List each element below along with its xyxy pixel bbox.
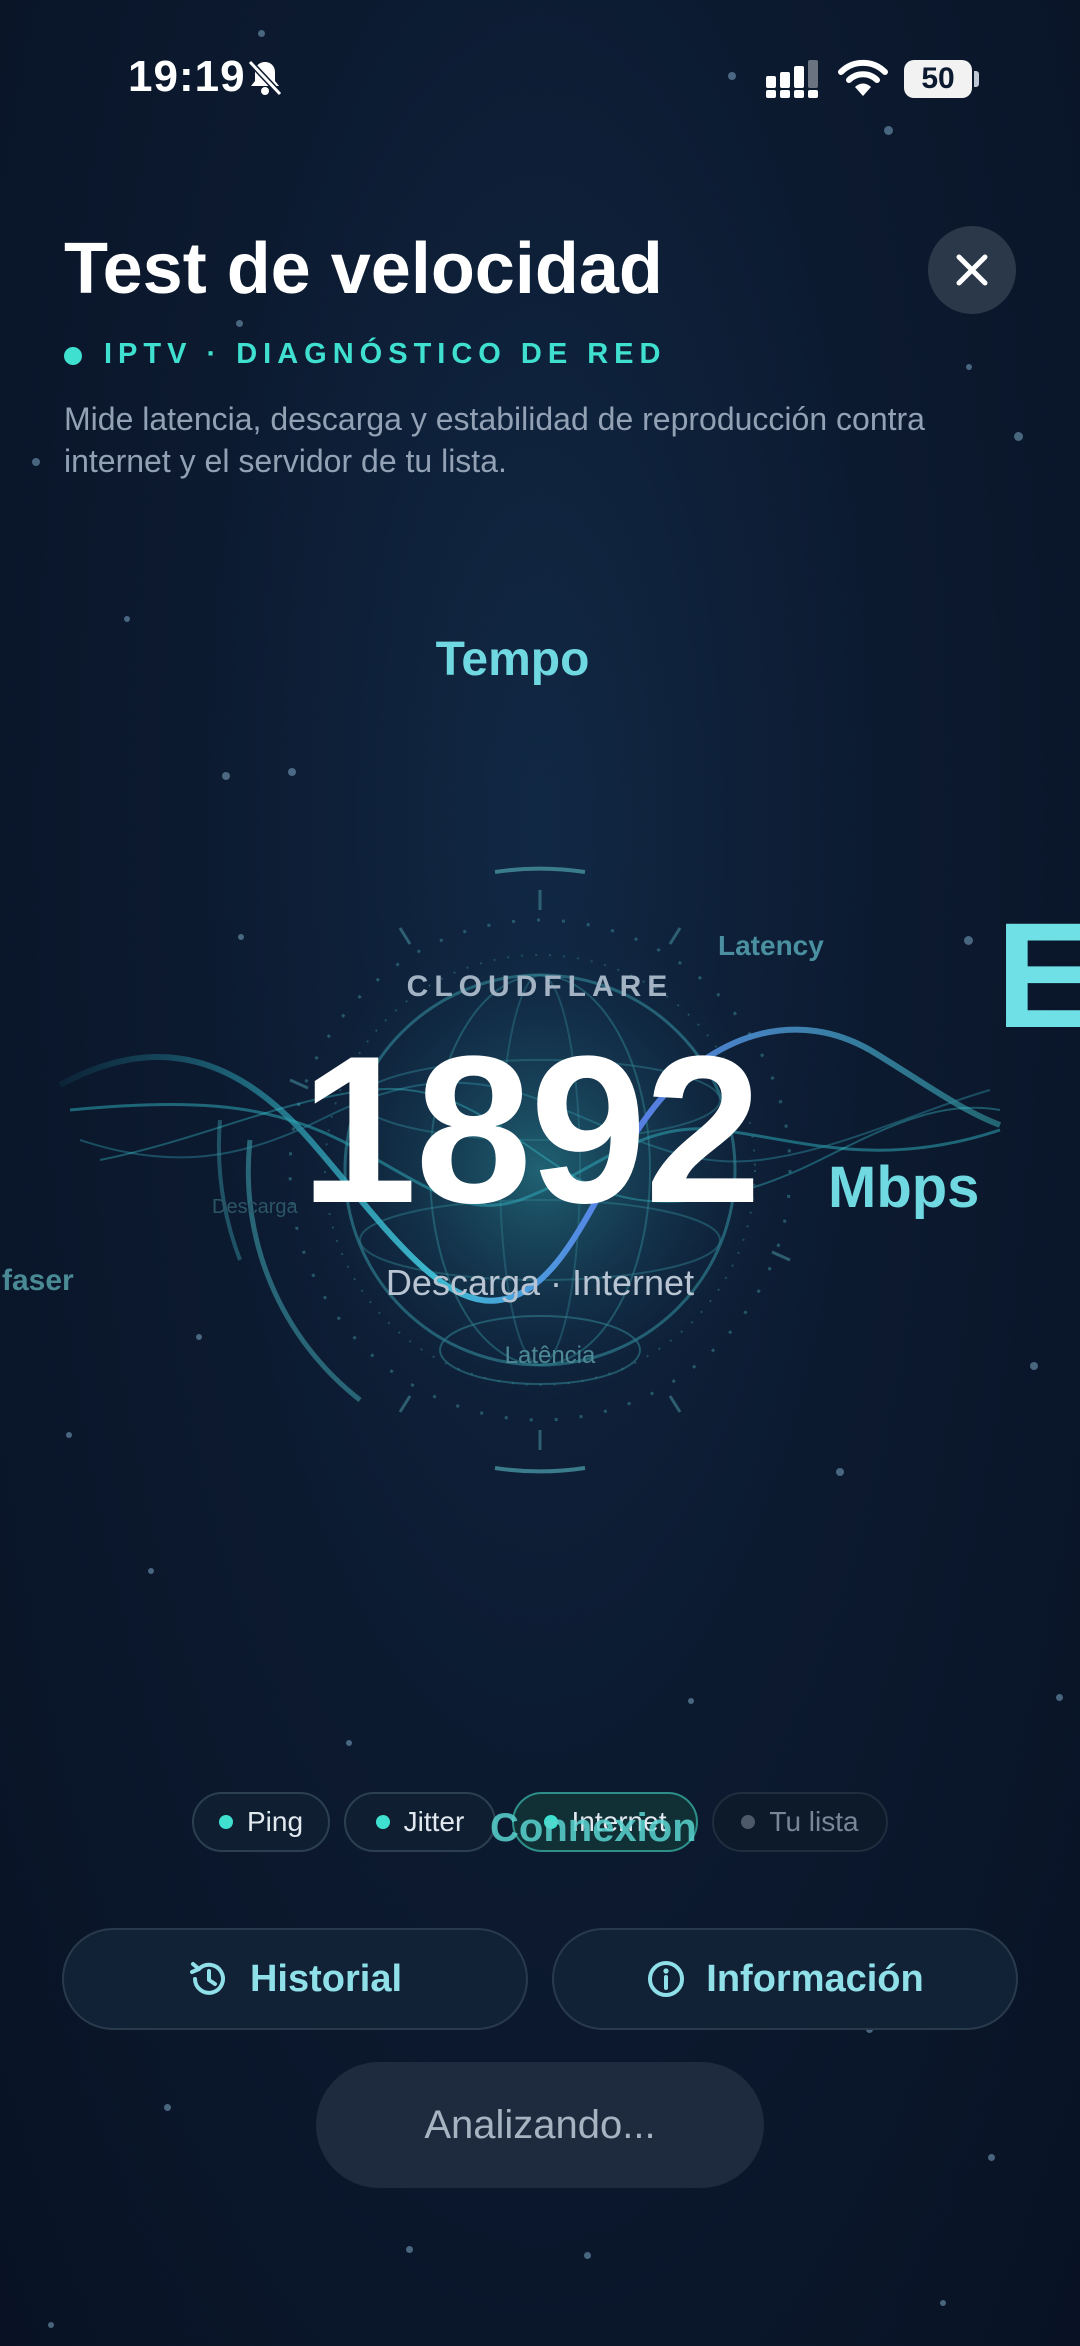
- section-tag: IPTV · DIAGNÓSTICO DE RED: [104, 338, 667, 370]
- info-label: Información: [706, 1957, 924, 2000]
- page-description: Mide latencia, descarga y estabilidad de…: [64, 401, 925, 479]
- speed-unit: Mbps: [828, 1155, 980, 1220]
- close-icon: [956, 254, 988, 286]
- wifi-icon: [838, 58, 888, 103]
- inner-label-download: Descarga: [212, 1196, 298, 1218]
- chip-status-dot: [375, 1815, 390, 1829]
- status-time: 19:19: [128, 52, 246, 101]
- history-icon: [189, 1962, 225, 1995]
- chip-status-dot: [741, 1815, 756, 1829]
- chip-ping: Ping: [192, 1792, 330, 1852]
- floating-label-tempo: Tempo: [435, 633, 590, 686]
- battery-icon: 50: [904, 60, 972, 98]
- history-label: Historial: [249, 1957, 403, 2000]
- bell-slash-icon: [246, 58, 284, 103]
- chip-tu-lista: Tu lista: [712, 1792, 888, 1852]
- provider-label: CLOUDFLARE: [406, 970, 674, 1003]
- signal-icon: [766, 60, 822, 103]
- tag-dot: [64, 347, 82, 365]
- speed-subtitle: Descarga · Internet: [385, 1262, 695, 1303]
- chip-label: Tu lista: [769, 1806, 859, 1837]
- floating-label-left: faser: [2, 1264, 74, 1297]
- info-button[interactable]: Información: [552, 1928, 1018, 2030]
- chip-jitter: Jitter: [344, 1792, 496, 1852]
- page-title: Test de velocidad: [64, 229, 663, 309]
- floating-label-latency: Latency: [718, 930, 824, 961]
- analyze-button[interactable]: Analizando...: [316, 2062, 764, 2188]
- battery-tip: [974, 71, 979, 87]
- close-button[interactable]: [928, 226, 1016, 314]
- history-button[interactable]: Historial: [62, 1928, 528, 2030]
- chip-status-dot: [218, 1815, 233, 1829]
- chip-label: Jitter: [403, 1806, 465, 1837]
- inner-label-latency: Latência: [504, 1342, 596, 1369]
- info-icon: [648, 1961, 685, 1997]
- chip-label: Ping: [246, 1806, 304, 1837]
- floating-label-connexion: Connexion: [490, 1806, 697, 1850]
- floating-label-right: E: [996, 891, 1080, 1059]
